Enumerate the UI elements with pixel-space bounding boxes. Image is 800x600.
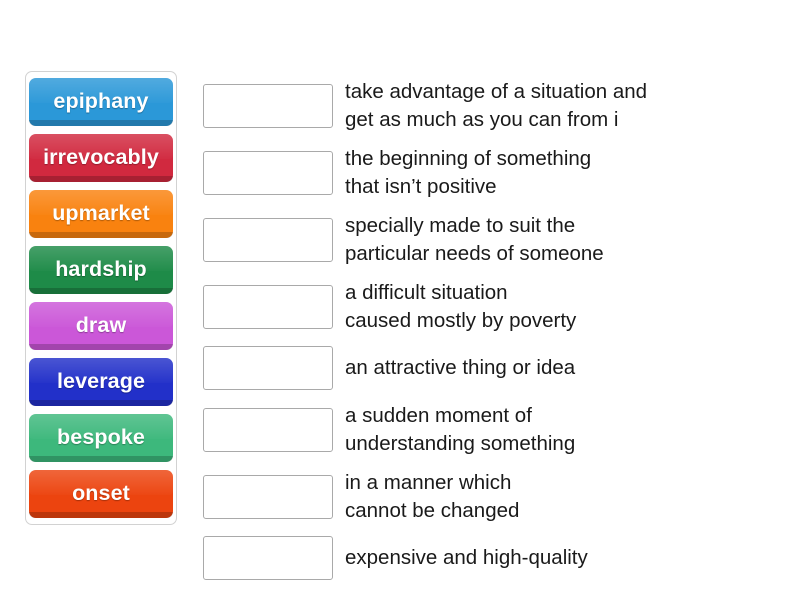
definition-text: the beginning of something that isn’t po… — [345, 147, 592, 198]
definition-text: a sudden moment of understanding somethi… — [345, 404, 576, 455]
match-row: a sudden moment of understanding somethi… — [203, 402, 763, 457]
word-tile[interactable]: hardship — [29, 246, 173, 294]
word-tiles-panel: epiphany irrevocably upmarket hardship draw l… — [25, 71, 177, 525]
word-tile[interactable]: bespoke — [29, 414, 173, 462]
definition-text: a difficult situation caused mostly by p… — [345, 281, 577, 332]
word-tile[interactable]: onset — [29, 470, 173, 518]
word-tile-label: leverage — [56, 369, 146, 394]
word-tile[interactable]: upmarket — [29, 190, 173, 238]
match-row: expensive and high-quality — [203, 536, 763, 580]
match-row: specially made to suit the particular ne… — [203, 212, 763, 267]
word-tile-label: epiphany — [53, 89, 149, 114]
word-tile[interactable]: irrevocably — [29, 134, 173, 182]
word-tile-label: draw — [75, 313, 127, 338]
word-tile[interactable]: epiphany — [29, 78, 173, 126]
word-tile-label: onset — [72, 481, 130, 506]
answer-dropzone[interactable] — [203, 474, 333, 519]
word-tile-label: hardship — [55, 257, 147, 282]
definition-text: expensive and high-quality — [345, 546, 588, 570]
answer-dropzone[interactable] — [203, 284, 333, 329]
answer-dropzone[interactable] — [203, 407, 333, 452]
match-row: the beginning of something that isn’t po… — [203, 145, 763, 200]
answer-dropzone[interactable] — [203, 217, 333, 262]
word-tile-label: irrevocably — [43, 145, 159, 170]
word-tile-label: bespoke — [57, 425, 145, 450]
answer-dropzone[interactable] — [203, 83, 333, 128]
answer-dropzone[interactable] — [203, 150, 333, 195]
activity-canvas: epiphany irrevocably upmarket hardship draw l… — [0, 0, 800, 600]
definition-text: an attractive thing or idea — [345, 356, 576, 380]
match-row: a difficult situation caused mostly by p… — [203, 279, 763, 334]
word-tile[interactable]: draw — [29, 302, 173, 350]
word-tile[interactable]: leverage — [29, 358, 173, 406]
match-row: an attractive thing or idea — [203, 346, 763, 390]
definition-text: take advantage of a situation and get as… — [345, 80, 648, 131]
match-row: take advantage of a situation and get as… — [203, 78, 763, 133]
match-row: in a manner which cannot be changed — [203, 469, 763, 524]
definition-text: specially made to suit the particular ne… — [345, 214, 604, 265]
word-tile-label: upmarket — [52, 201, 150, 226]
definition-text: in a manner which cannot be changed — [345, 471, 520, 522]
match-rows: take advantage of a situation and get as… — [203, 78, 763, 592]
answer-dropzone[interactable] — [203, 536, 333, 580]
answer-dropzone[interactable] — [203, 346, 333, 390]
